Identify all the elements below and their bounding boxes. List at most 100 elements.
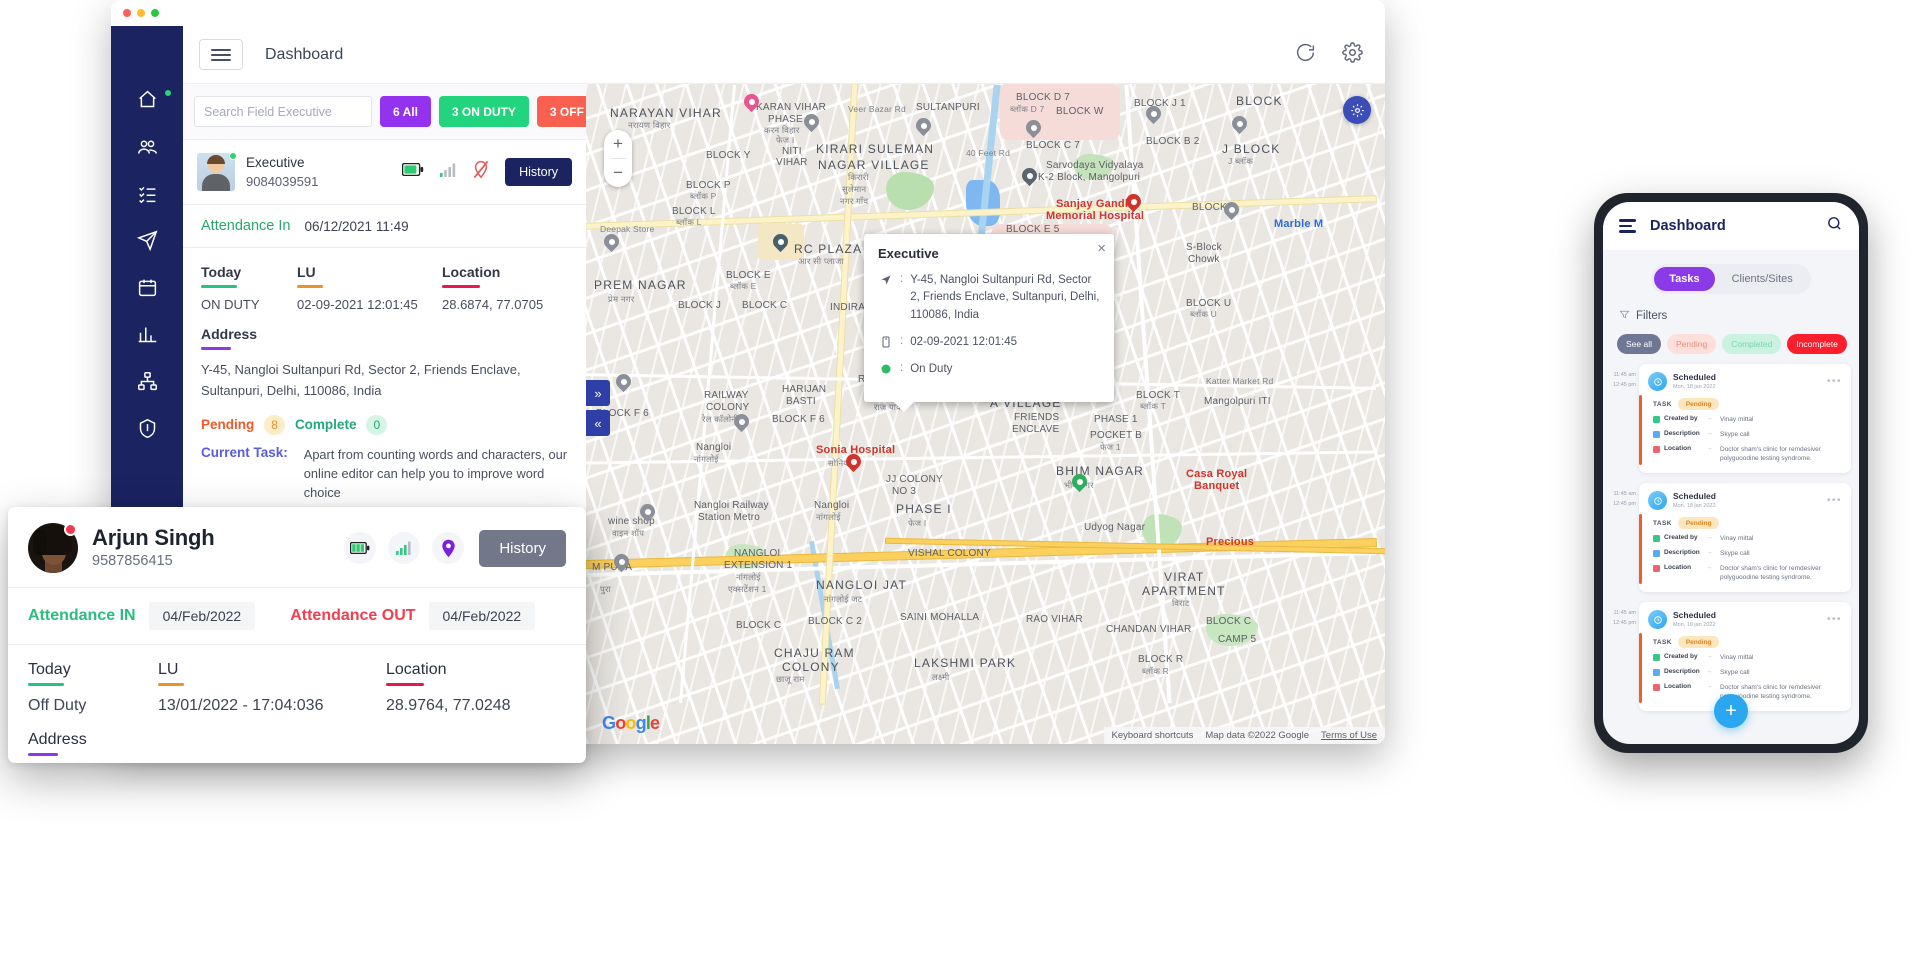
map-pin[interactable] — [1224, 202, 1239, 223]
sidebar-item-reports[interactable] — [111, 315, 183, 353]
task-overflow-menu-icon[interactable]: ••• — [1827, 495, 1842, 506]
signal-bars-icon[interactable] — [388, 532, 420, 564]
map-zoom-controls[interactable]: + − — [604, 130, 632, 187]
topbar: Dashboard — [183, 26, 1385, 84]
map-pin[interactable] — [916, 118, 931, 139]
map-pin[interactable] — [804, 114, 819, 135]
map-pin[interactable] — [744, 94, 759, 115]
sidebar-item-security[interactable] — [111, 409, 183, 447]
map-label: NITI — [782, 146, 802, 157]
task-overflow-menu-icon[interactable]: ••• — [1827, 614, 1842, 625]
map-pin[interactable] — [1146, 106, 1161, 127]
task-card[interactable]: ScheduledMon, 18 jan 2022•••TASKPendingC… — [1639, 602, 1851, 711]
map-pin[interactable] — [604, 234, 619, 255]
close-icon[interactable]: × — [1097, 241, 1106, 256]
collapse-panel-button[interactable]: « — [586, 410, 610, 436]
map-pin[interactable] — [734, 414, 749, 435]
signal-bars-icon — [440, 163, 457, 182]
task-card[interactable]: ScheduledMon, 18 jan 2022•••TASKPendingC… — [1639, 483, 1851, 592]
map-label: Veer Bazar Rd — [848, 104, 906, 114]
col-header-lu: LU — [297, 264, 316, 280]
maximize-window-button[interactable] — [151, 9, 159, 17]
executive-details: Today ON DUTY LU 02-09-2021 12:01:45 — [183, 248, 586, 408]
status-dot-icon — [878, 361, 893, 375]
zoom-in-button[interactable]: + — [604, 130, 632, 158]
refresh-icon[interactable] — [1295, 42, 1316, 68]
minimize-window-button[interactable] — [137, 9, 145, 17]
sidebar-item-home[interactable] — [111, 80, 183, 118]
filter-pill-completed[interactable]: Completed — [1722, 334, 1781, 354]
tab-tasks[interactable]: Tasks — [1654, 267, 1714, 291]
sidebar-item-tasks[interactable] — [111, 174, 183, 212]
terms-of-use-link[interactable]: Terms of Use — [1321, 730, 1377, 741]
battery-icon[interactable] — [344, 532, 376, 564]
map-pin-park[interactable] — [1072, 474, 1087, 495]
map-label: प्रेम नगर — [608, 294, 634, 305]
filter-pill-pending[interactable]: Pending — [1667, 334, 1716, 354]
expand-panel-button[interactable]: » — [586, 380, 610, 406]
map-pin[interactable] — [640, 504, 655, 525]
map-pin-hospital[interactable] — [1126, 194, 1141, 215]
filters-label: Filters — [1636, 310, 1667, 322]
attendance-out-value: 04/Feb/2022 — [429, 602, 536, 630]
tab-clients-sites[interactable]: Clients/Sites — [1717, 267, 1808, 291]
col-value-today: ON DUTY — [201, 297, 297, 312]
map-pin[interactable] — [616, 374, 631, 395]
hamburger-menu-icon[interactable] — [199, 39, 243, 70]
task-card[interactable]: ScheduledMon, 18 jan 2022•••TASKPendingC… — [1639, 364, 1851, 473]
map-pin-school[interactable] — [1022, 168, 1037, 189]
status-badge — [229, 152, 237, 160]
sidebar-item-teams[interactable] — [111, 127, 183, 165]
keyboard-shortcuts-link[interactable]: Keyboard shortcuts — [1112, 730, 1194, 741]
task-detail-key: Location — [1664, 564, 1702, 571]
map-settings-gear-icon[interactable] — [1343, 96, 1371, 124]
map-label: SAINI MOHALLA — [900, 612, 979, 623]
list-item[interactable]: 11:45 am12:45 pmScheduledMon, 18 jan 202… — [1603, 364, 1859, 483]
map-label: BLOCK C — [1206, 616, 1251, 627]
map-pin-hospital[interactable] — [846, 454, 861, 475]
gear-icon[interactable] — [1342, 42, 1363, 68]
task-overflow-menu-icon[interactable]: ••• — [1827, 376, 1842, 387]
task-detail-key: Created by — [1664, 534, 1702, 541]
detail-col-location: Location 28.6874, 77.0705 — [442, 264, 568, 312]
sidebar-item-calendar[interactable] — [111, 268, 183, 306]
map-label: VIRAT — [1164, 570, 1204, 584]
window-titlebar — [111, 0, 1385, 26]
history-button[interactable]: History — [479, 530, 566, 567]
map-canvas[interactable]: NARAYAN VIHARनरायण विहारKARAN VIHARPHASE… — [586, 84, 1385, 744]
filter-chip-all[interactable]: 6 All — [380, 96, 431, 127]
col-value-location: 28.6874, 77.0705 — [442, 297, 568, 312]
map-pin[interactable] — [1232, 116, 1247, 137]
task-detail-row: Location→Doctor sham's clinic for remdes… — [1648, 564, 1842, 584]
history-button[interactable]: History — [505, 158, 572, 186]
map-pin[interactable] — [1026, 120, 1041, 141]
sidebar-item-hierarchy[interactable] — [111, 362, 183, 400]
map-pin-rc-plaza[interactable] — [773, 234, 788, 255]
zoom-out-button[interactable]: − — [604, 159, 632, 187]
hamburger-menu-icon[interactable] — [1619, 219, 1636, 233]
phone-task-list[interactable]: 11:45 am12:45 pmScheduledMon, 18 jan 202… — [1603, 354, 1859, 744]
filter-pill-incomplete[interactable]: Incomplete — [1787, 334, 1847, 354]
location-icon — [1653, 684, 1660, 691]
map-label: BLOCK P — [686, 180, 731, 191]
map-label: CHAJU RAM — [774, 646, 855, 660]
executive-name: Executive — [246, 153, 318, 173]
filter-pill-see-all[interactable]: See all — [1617, 334, 1661, 354]
close-window-button[interactable] — [123, 9, 131, 17]
map-label: CAMP 5 — [1218, 634, 1256, 645]
list-item[interactable]: 11:45 am12:45 pmScheduledMon, 18 jan 202… — [1603, 483, 1859, 602]
map-label: NO 3 — [892, 486, 916, 497]
filter-chip-on-duty[interactable]: 3 ON DUTY — [439, 96, 529, 127]
map-label: ब्लॉक P — [690, 191, 716, 202]
map-label: BLOCK F 6 — [772, 414, 825, 425]
map-area[interactable]: NARAYAN VIHARनरायण विहारKARAN VIHARPHASE… — [586, 84, 1385, 744]
add-task-fab[interactable]: + — [1714, 694, 1748, 728]
map-pin[interactable] — [614, 554, 629, 575]
col-header-location: Location — [386, 661, 447, 679]
search-input[interactable] — [194, 96, 372, 127]
sidebar-item-tracking[interactable] — [111, 221, 183, 259]
task-label-row: TASKPending — [1648, 636, 1842, 648]
search-icon[interactable] — [1826, 215, 1843, 237]
location-pin-icon[interactable] — [432, 532, 464, 564]
map-label: Chowk — [1188, 254, 1220, 265]
